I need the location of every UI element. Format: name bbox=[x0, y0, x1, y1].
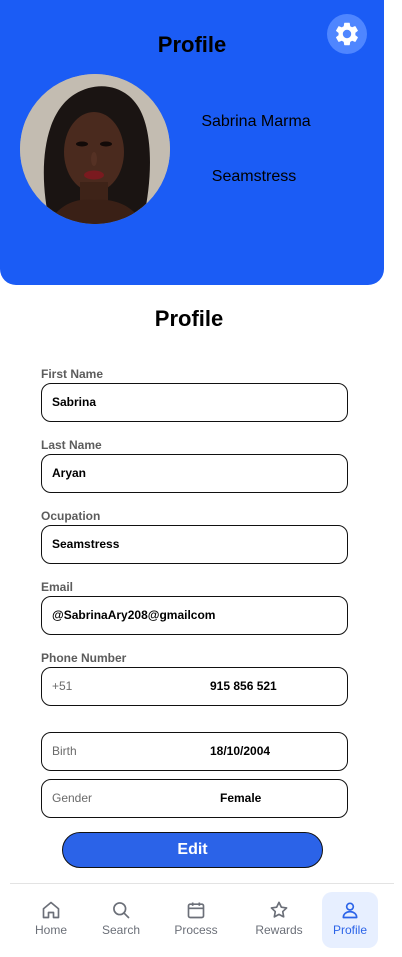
user-icon bbox=[342, 902, 358, 919]
birth-label: Birth bbox=[52, 744, 77, 758]
last-name-value: Aryan bbox=[52, 466, 87, 480]
occupation-value: Seamstress bbox=[52, 537, 120, 551]
calendar-icon bbox=[187, 902, 205, 919]
first-name-field[interactable]: Sabrina bbox=[41, 383, 348, 422]
first-name-value: Sabrina bbox=[52, 395, 97, 409]
edit-button[interactable]: Edit bbox=[62, 832, 323, 868]
email-value: @SabrinaAry208@gmailcom bbox=[52, 608, 216, 622]
phone-field[interactable]: +51 915 856 521 bbox=[41, 667, 348, 706]
nav-item-profile[interactable]: Profile bbox=[322, 892, 378, 948]
header-occupation: Seamstress bbox=[211, 168, 297, 185]
gear-icon bbox=[336, 22, 358, 46]
avatar bbox=[20, 74, 170, 224]
profile-header: Profile Sabrina Marma Seamstress bbox=[0, 0, 384, 285]
nav-label-search: Search bbox=[101, 923, 141, 937]
nav-label-rewards: Rewards bbox=[255, 923, 303, 937]
nav-divider bbox=[10, 883, 394, 884]
nav-item-search[interactable]: Search bbox=[96, 892, 146, 948]
birth-field[interactable]: Birth 18/10/2004 bbox=[41, 732, 348, 771]
last-name-field[interactable]: Aryan bbox=[41, 454, 348, 493]
phone-value: 915 856 521 bbox=[210, 679, 277, 693]
email-label: Email bbox=[41, 580, 74, 594]
occupation-field[interactable]: Seamstress bbox=[41, 525, 348, 564]
nav-item-home[interactable]: Home bbox=[26, 892, 76, 948]
nav-label-home: Home bbox=[34, 923, 67, 937]
phone-prefix: +51 bbox=[52, 679, 73, 693]
occupation-label: Ocupation bbox=[41, 509, 101, 523]
gender-field[interactable]: Gender Female bbox=[41, 779, 348, 818]
header-user-name: Sabrina Marma bbox=[201, 113, 311, 130]
nav-label-process: Process bbox=[174, 923, 218, 937]
gender-label: Gender bbox=[52, 791, 93, 805]
gender-value: Female bbox=[220, 791, 262, 805]
email-field[interactable]: @SabrinaAry208@gmailcom bbox=[41, 596, 348, 635]
nav-item-rewards[interactable]: Rewards bbox=[250, 892, 308, 948]
star-icon bbox=[270, 901, 288, 918]
first-name-label: First Name bbox=[41, 367, 104, 381]
nav-label-profile: Profile bbox=[332, 923, 367, 937]
settings-button[interactable] bbox=[327, 14, 367, 54]
search-icon bbox=[113, 902, 130, 919]
home-icon bbox=[42, 901, 60, 919]
nav-item-process[interactable]: Process bbox=[170, 892, 222, 948]
phone-label: Phone Number bbox=[41, 651, 127, 665]
last-name-label: Last Name bbox=[41, 438, 102, 452]
section-title: Profile bbox=[154, 306, 224, 331]
birth-value: 18/10/2004 bbox=[210, 744, 271, 758]
